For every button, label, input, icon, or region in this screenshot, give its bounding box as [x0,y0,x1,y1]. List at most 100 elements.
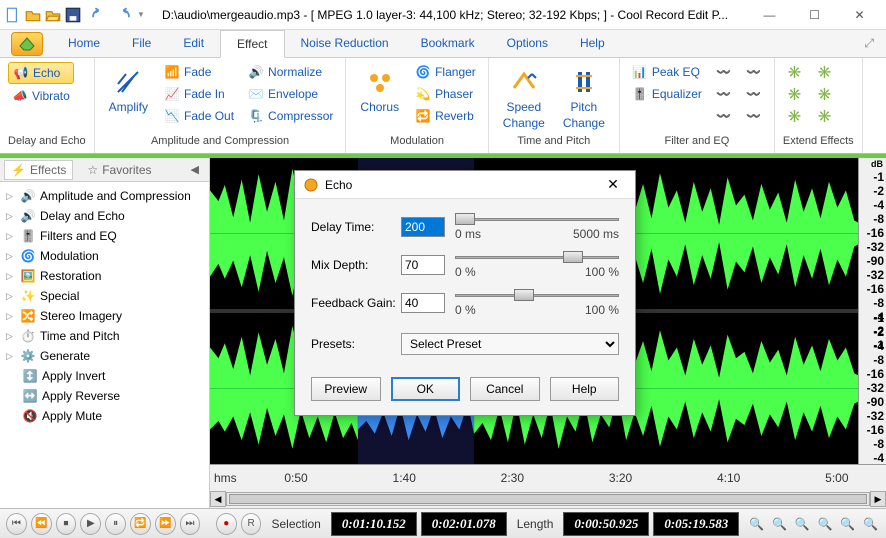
tab-home[interactable]: Home [52,30,116,57]
amplify-button[interactable]: Amplify [103,62,154,116]
ext-btn-5[interactable]: ✳️ [813,84,837,104]
scroll-track[interactable] [226,492,870,506]
equalizer-button[interactable]: 🎚️Equalizer [628,84,706,104]
tab-file[interactable]: File [116,30,167,57]
ext-btn-6[interactable]: ✳️ [813,106,837,126]
tab-help[interactable]: Help [564,30,621,57]
tree-item[interactable]: ▷⏱️Time and Pitch [4,326,205,346]
save-icon[interactable] [64,6,82,24]
delay-input[interactable] [401,217,445,237]
filter-btn-1[interactable]: 〰️ [712,62,736,82]
delay-slider[interactable] [455,213,619,225]
play-button[interactable]: ▶ [80,513,101,535]
tree-item[interactable]: 🔇Apply Mute [4,406,205,426]
minimize-button[interactable]: — [747,1,792,29]
feedback-slider[interactable] [455,289,619,301]
zoom-vert-out-icon[interactable]: 🔍 [861,514,880,534]
tab-bookmark[interactable]: Bookmark [405,30,491,57]
record-mode-button[interactable]: R [241,513,262,535]
tree-item[interactable]: ▷🔊Amplitude and Compression [4,186,205,206]
ext-btn-3[interactable]: ✳️ [783,106,807,126]
scroll-thumb[interactable] [229,494,867,504]
maximize-button[interactable]: ☐ [792,1,837,29]
cancel-button[interactable]: Cancel [470,377,540,401]
help-button[interactable]: Help [550,377,620,401]
zoom-vert-in-icon[interactable]: 🔍 [838,514,857,534]
fade-button[interactable]: 📶Fade [160,62,238,82]
filter-btn-6[interactable]: 〰️ [742,106,766,126]
ext-btn-1[interactable]: ✳️ [783,62,807,82]
tree-item[interactable]: ▷🔊Delay and Echo [4,206,205,226]
fadein-button[interactable]: 📈Fade In [160,84,238,104]
tab-effect[interactable]: Effect [220,30,284,58]
reverb-button[interactable]: 🔁Reverb [411,106,480,126]
qat-dropdown-icon[interactable]: ▼ [132,6,150,24]
tree-item[interactable]: ↔️Apply Reverse [4,386,205,406]
quick-access-toolbar: ▼ [4,6,150,24]
zoom-sel-icon[interactable]: 🔍 [793,514,812,534]
zoom-out-icon[interactable]: 🔍 [770,514,789,534]
chorus-button[interactable]: Chorus [354,62,405,116]
tab-noise-reduction[interactable]: Noise Reduction [285,30,405,57]
loop-button[interactable]: 🔁 [130,513,151,535]
tree-item[interactable]: ▷⚙️Generate [4,346,205,366]
stop-button[interactable]: ⏹ [56,513,77,535]
app-orb[interactable] [2,30,52,57]
fastfwd-button[interactable]: ⏩ [155,513,176,535]
sidebar-collapse-icon[interactable]: ◀ [185,161,205,178]
tree-item[interactable]: ▷🎚️Filters and EQ [4,226,205,246]
dialog-titlebar[interactable]: Echo ✕ [295,171,635,199]
filter-btn-5[interactable]: 〰️ [742,84,766,104]
tab-edit[interactable]: Edit [167,30,220,57]
zoom-fit-icon[interactable]: 🔍 [816,514,835,534]
mix-slider[interactable] [455,251,619,263]
echo-button[interactable]: 📢Echo [8,62,74,84]
close-button[interactable]: ✕ [837,1,882,29]
new-icon[interactable] [4,6,22,24]
open-icon[interactable] [24,6,42,24]
ribbon-collapse-icon[interactable]: ⤢ [852,30,886,57]
pause-button[interactable]: ⏸ [105,513,126,535]
scroll-right-icon[interactable]: ▶ [870,491,886,507]
speed-change-button[interactable]: Speed Change [497,62,551,132]
record-button[interactable]: ● [216,513,237,535]
rewind-button[interactable]: ⏪ [31,513,52,535]
tree-item[interactable]: ▷✨Special [4,286,205,306]
timeline[interactable]: hms 0:50 1:40 2:30 3:20 4:10 5:00 [210,464,886,490]
ext-btn-2[interactable]: ✳️ [783,84,807,104]
mix-input[interactable] [401,255,445,275]
vibrato-button[interactable]: 📣Vibrato [8,86,74,106]
filter-btn-2[interactable]: 〰️ [712,84,736,104]
pitch-change-button[interactable]: Pitch Change [557,62,611,132]
undo-icon[interactable] [92,6,110,24]
phaser-button[interactable]: 💫Phaser [411,84,480,104]
normalize-button[interactable]: 🔊Normalize [244,62,337,82]
ok-button[interactable]: OK [391,377,461,401]
sidebar-tab-favorites[interactable]: ☆Favorites [81,161,157,179]
tree-item[interactable]: ↕️Apply Invert [4,366,205,386]
goto-end-button[interactable]: ⏭ [180,513,201,535]
zoom-in-icon[interactable]: 🔍 [747,514,766,534]
tree-item[interactable]: ▷🌀Modulation [4,246,205,266]
compressor-button[interactable]: 🗜️Compressor [244,106,337,126]
horizontal-scrollbar[interactable]: ◀ ▶ [210,490,886,508]
tab-options[interactable]: Options [491,30,564,57]
scroll-left-icon[interactable]: ◀ [210,491,226,507]
ext-btn-4[interactable]: ✳️ [813,62,837,82]
tree-item[interactable]: ▷🖼️Restoration [4,266,205,286]
preset-select[interactable]: Select Preset [401,333,619,355]
tree-item[interactable]: ▷🔀Stereo Imagery [4,306,205,326]
peakeq-button[interactable]: 📊Peak EQ [628,62,706,82]
filter-btn-4[interactable]: 〰️ [742,62,766,82]
envelope-button[interactable]: ✉️Envelope [244,84,337,104]
open2-icon[interactable] [44,6,62,24]
flanger-button[interactable]: 🌀Flanger [411,62,480,82]
goto-start-button[interactable]: ⏮ [6,513,27,535]
redo-icon[interactable] [112,6,130,24]
dialog-close-icon[interactable]: ✕ [599,176,627,193]
sidebar-tab-effects[interactable]: ⚡Effects [4,160,73,180]
preview-button[interactable]: Preview [311,377,381,401]
filter-btn-3[interactable]: 〰️ [712,106,736,126]
fadeout-button[interactable]: 📉Fade Out [160,106,238,126]
feedback-input[interactable] [401,293,445,313]
